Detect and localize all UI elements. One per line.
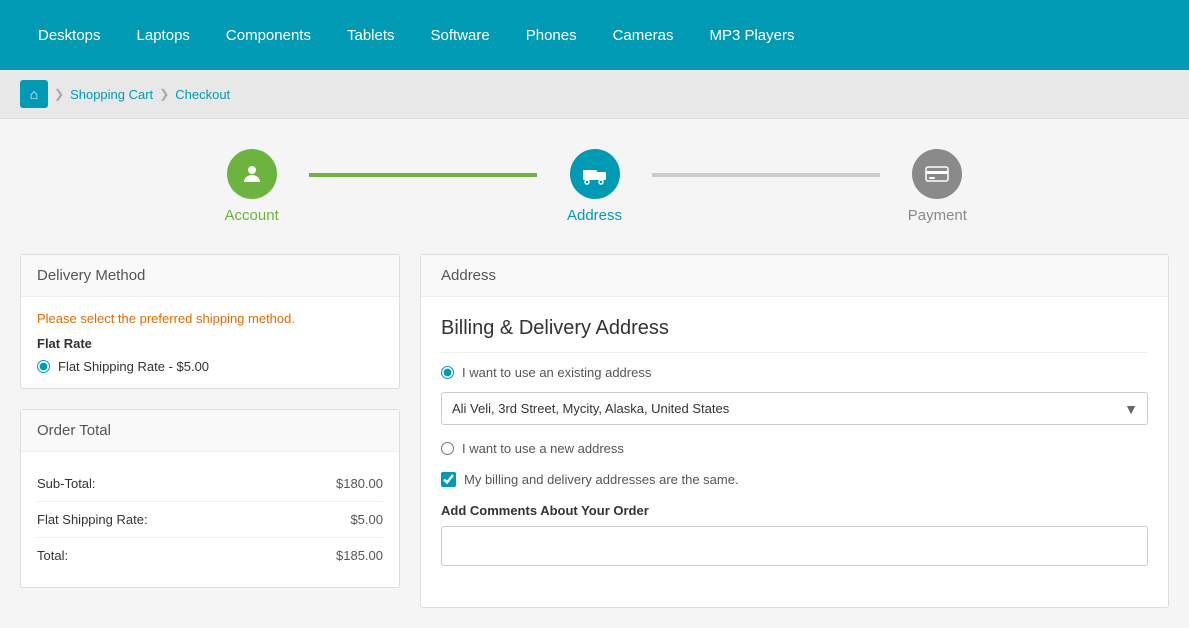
address-select-wrapper: Ali Veli, 3rd Street, Mycity, Alaska, Un… xyxy=(441,392,1148,425)
step-line-1 xyxy=(309,173,538,177)
main-content: Delivery Method Please select the prefer… xyxy=(0,244,1189,628)
breadcrumb-sep-1: ❯ xyxy=(54,87,64,101)
payment-step-label: Payment xyxy=(908,207,967,224)
flat-rate-label: Flat Rate xyxy=(37,336,383,351)
subtotal-label: Sub-Total: xyxy=(37,466,280,502)
step-account[interactable]: Account xyxy=(195,149,309,224)
address-select[interactable]: Ali Veli, 3rd Street, Mycity, Alaska, Un… xyxy=(441,392,1148,425)
billing-delivery-title: Billing & Delivery Address xyxy=(441,317,1148,353)
address-body: Billing & Delivery Address I want to use… xyxy=(421,297,1168,586)
step-payment[interactable]: Payment xyxy=(880,149,994,224)
address-step-label: Address xyxy=(567,207,622,224)
nav-phones[interactable]: Phones xyxy=(508,0,595,70)
subtotal-value: $180.00 xyxy=(280,466,383,502)
new-address-option[interactable]: I want to use a new address xyxy=(441,441,1148,456)
address-panel: Address Billing & Delivery Address I wan… xyxy=(420,254,1169,608)
total-value: $185.00 xyxy=(280,538,383,574)
order-total-card: Order Total Sub-Total: $180.00 Flat Ship… xyxy=(20,409,400,588)
total-label: Total: xyxy=(37,538,280,574)
flat-rate-option[interactable]: Flat Shipping Rate - $5.00 xyxy=(37,359,383,374)
shipping-label: Flat Shipping Rate: xyxy=(37,502,280,538)
step-address[interactable]: Address xyxy=(537,149,651,224)
breadcrumb-checkout: Checkout xyxy=(175,87,230,102)
subtotal-row: Sub-Total: $180.00 xyxy=(37,466,383,502)
left-panel: Delivery Method Please select the prefer… xyxy=(20,254,400,608)
same-address-option[interactable]: My billing and delivery addresses are th… xyxy=(441,472,1148,487)
home-icon[interactable]: ⌂ xyxy=(20,80,48,108)
address-step-circle xyxy=(570,149,620,199)
comments-input[interactable] xyxy=(441,526,1148,566)
order-total-body: Sub-Total: $180.00 Flat Shipping Rate: $… xyxy=(21,452,399,587)
delivery-method-body: Please select the preferred shipping met… xyxy=(21,297,399,388)
existing-address-label: I want to use an existing address xyxy=(462,365,651,380)
existing-address-option[interactable]: I want to use an existing address xyxy=(441,365,1148,380)
delivery-method-card: Delivery Method Please select the prefer… xyxy=(20,254,400,389)
breadcrumb-shopping-cart[interactable]: Shopping Cart xyxy=(70,87,153,102)
nav-mp3-players[interactable]: MP3 Players xyxy=(691,0,812,70)
order-total-table: Sub-Total: $180.00 Flat Shipping Rate: $… xyxy=(37,466,383,573)
address-section-title: Address xyxy=(421,255,1168,297)
nav-software[interactable]: Software xyxy=(413,0,508,70)
new-address-radio[interactable] xyxy=(441,442,454,455)
same-address-label: My billing and delivery addresses are th… xyxy=(464,472,739,487)
account-step-label: Account xyxy=(225,207,279,224)
breadcrumb-sep-2: ❯ xyxy=(159,87,169,101)
same-address-checkbox[interactable] xyxy=(441,472,456,487)
breadcrumb: ⌂ ❯ Shopping Cart ❯ Checkout xyxy=(0,70,1189,119)
step-line-2 xyxy=(652,173,881,177)
shipping-value: $5.00 xyxy=(280,502,383,538)
flat-rate-text: Flat Shipping Rate - $5.00 xyxy=(58,359,209,374)
flat-rate-radio[interactable] xyxy=(37,360,50,373)
account-step-circle xyxy=(227,149,277,199)
delivery-method-title: Delivery Method xyxy=(21,255,399,297)
new-address-label: I want to use a new address xyxy=(462,441,624,456)
checkout-steps: Account Address xyxy=(0,119,1189,244)
nav-cameras[interactable]: Cameras xyxy=(595,0,692,70)
nav-components[interactable]: Components xyxy=(208,0,329,70)
nav-tablets[interactable]: Tablets xyxy=(329,0,413,70)
top-navigation: Desktops Laptops Components Tablets Soft… xyxy=(0,0,1189,70)
comments-label: Add Comments About Your Order xyxy=(441,503,1148,518)
total-row: Total: $185.00 xyxy=(37,538,383,574)
payment-step-circle xyxy=(912,149,962,199)
shipping-row: Flat Shipping Rate: $5.00 xyxy=(37,502,383,538)
nav-laptops[interactable]: Laptops xyxy=(119,0,208,70)
nav-desktops[interactable]: Desktops xyxy=(20,0,119,70)
order-total-title: Order Total xyxy=(21,410,399,452)
delivery-note: Please select the preferred shipping met… xyxy=(37,311,383,326)
existing-address-radio[interactable] xyxy=(441,366,454,379)
